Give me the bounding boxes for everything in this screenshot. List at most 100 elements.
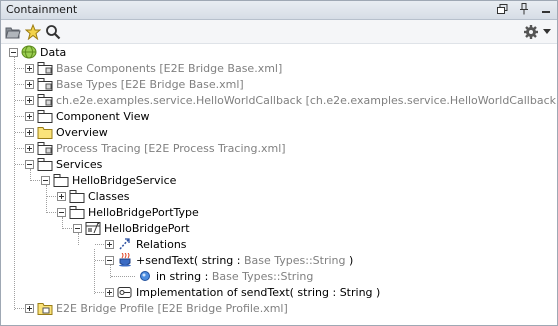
operation-close: ) (345, 253, 354, 267)
tree-node-services[interactable]: Services (25, 156, 102, 172)
expand-toggle[interactable] (25, 95, 34, 105)
tree-connector (95, 292, 104, 293)
tree-node-label: HelloBridgePortType (88, 205, 199, 219)
tree-connector (15, 100, 24, 101)
tree-node-label: HelloBridgePort (104, 221, 190, 235)
tree-connector (15, 148, 24, 149)
open-folder-icon[interactable] (4, 23, 21, 40)
tree-node-label: E2E Bridge Profile [E2E Bridge Profile.x… (56, 301, 288, 315)
tree-node-data[interactable]: Data (9, 44, 66, 60)
tree-node-port[interactable]: HelloBridgePort (73, 220, 190, 236)
tree-node-label: ch.e2e.examples.service.HelloWorldCallba… (56, 93, 557, 107)
tree-connector (95, 244, 104, 245)
tree-node-operation[interactable]: +sendText( string : Base Types::String ) (105, 252, 353, 268)
tree-connector (15, 68, 24, 69)
parameter-signature: in string : Base Types::String (156, 270, 313, 283)
package-icon (37, 77, 53, 91)
containment-tree: Data Base Components [E2E Bridge Base.xm… (1, 44, 557, 325)
package-icon (69, 205, 85, 219)
expand-toggle[interactable] (25, 79, 34, 89)
minimize-icon[interactable] (539, 2, 553, 16)
package-icon (37, 141, 53, 155)
tree-node-label: Base Components [E2E Bridge Base.xml] (56, 61, 283, 75)
parameter-icon (137, 269, 153, 283)
package-icon (37, 109, 53, 123)
tree-node-base-types[interactable]: Base Types [E2E Bridge Base.xml] (25, 76, 244, 92)
tree-connector (95, 260, 104, 261)
tree-node-label: Relations (136, 237, 187, 251)
search-icon[interactable] (44, 23, 61, 40)
tree-node-label: Process Tracing [E2E Process Tracing.xml… (56, 141, 286, 155)
expand-toggle[interactable] (105, 239, 114, 249)
expand-toggle[interactable] (25, 63, 34, 73)
operation-type: Base Types::String (243, 253, 346, 267)
gear-icon[interactable] (522, 23, 539, 40)
tree-connector (47, 196, 56, 197)
package-icon (37, 61, 53, 75)
package-icon (37, 93, 53, 107)
tree-node-profile[interactable]: E2E Bridge Profile [E2E Bridge Profile.x… (25, 300, 288, 316)
collapse-toggle[interactable] (73, 223, 82, 233)
expand-toggle[interactable] (25, 303, 34, 313)
tree-node-label: Component View (56, 109, 150, 123)
tree-node-classes[interactable]: Classes (57, 188, 129, 204)
tree-connector (31, 180, 40, 181)
operation-signature: +sendText( string : Base Types::String ) (136, 254, 353, 267)
tree-node-label: Overview (56, 125, 108, 139)
restore-icon[interactable] (495, 2, 509, 16)
expand-toggle[interactable] (25, 111, 34, 121)
tree-connector (15, 132, 24, 133)
tree-node-label: Services (56, 157, 103, 171)
tree-node-implementation[interactable]: Implementation of sendText( string : Str… (105, 284, 380, 300)
tree-connector (94, 249, 95, 294)
expand-toggle[interactable] (25, 127, 34, 137)
tree-connector (46, 185, 47, 213)
pin-icon[interactable] (517, 2, 531, 16)
panel-toolbar (1, 20, 557, 44)
tree-node-hello-bridge-service[interactable]: HelloBridgeService (41, 172, 176, 188)
collapse-toggle[interactable] (57, 207, 66, 217)
profile-icon (37, 301, 53, 315)
collapse-toggle[interactable] (105, 255, 114, 265)
package-icon (69, 189, 85, 203)
tree-connector (14, 57, 15, 310)
panel-title: Containment (6, 3, 78, 16)
tree-node-relations[interactable]: Relations (105, 236, 187, 252)
tree-connector (111, 276, 135, 277)
tree-node-callback[interactable]: ch.e2e.examples.service.HelloWorldCallba… (25, 92, 557, 108)
implementation-icon (117, 285, 133, 299)
expand-toggle[interactable] (105, 287, 114, 297)
tree-node-label: Base Types [E2E Bridge Base.xml] (56, 77, 244, 91)
panel-titlebar: Containment (1, 1, 557, 20)
tree-node-label: Data (40, 45, 67, 59)
tree-node-base-components[interactable]: Base Components [E2E Bridge Base.xml] (25, 60, 282, 76)
tree-connector (15, 164, 24, 165)
parameter-type: Base Types::String (211, 269, 314, 283)
collapse-toggle[interactable] (25, 159, 34, 169)
tree-node-process-tracing[interactable]: Process Tracing [E2E Process Tracing.xml… (25, 140, 286, 156)
expand-toggle[interactable] (25, 143, 34, 153)
folder-icon (37, 125, 53, 139)
package-icon (53, 173, 69, 187)
tree-node-label: Implementation of sendText( string : Str… (136, 285, 381, 299)
tree-node-label: HelloBridgeService (72, 173, 177, 187)
operation-icon (117, 253, 133, 267)
star-icon[interactable] (24, 23, 41, 40)
tree-node-port-type[interactable]: HelloBridgePortType (57, 204, 199, 220)
operation-name: +sendText( string : (136, 253, 244, 267)
tree-connector (47, 212, 56, 213)
tree-node-label: Classes (88, 189, 130, 203)
expand-toggle[interactable] (57, 191, 66, 201)
model-icon (21, 45, 37, 59)
tree-connector (15, 116, 24, 117)
chevron-down-icon[interactable] (542, 23, 552, 40)
collapse-toggle[interactable] (41, 175, 50, 185)
relations-icon (117, 237, 133, 251)
tree-connector (15, 84, 24, 85)
containment-panel: Containment Data Base Components [E2E Br… (0, 0, 558, 326)
package-icon (37, 157, 53, 171)
collapse-toggle[interactable] (9, 47, 18, 57)
tree-node-component-view[interactable]: Component View (25, 108, 149, 124)
tree-node-overview[interactable]: Overview (25, 124, 108, 140)
tree-node-parameter[interactable]: in string : Base Types::String (137, 268, 313, 284)
